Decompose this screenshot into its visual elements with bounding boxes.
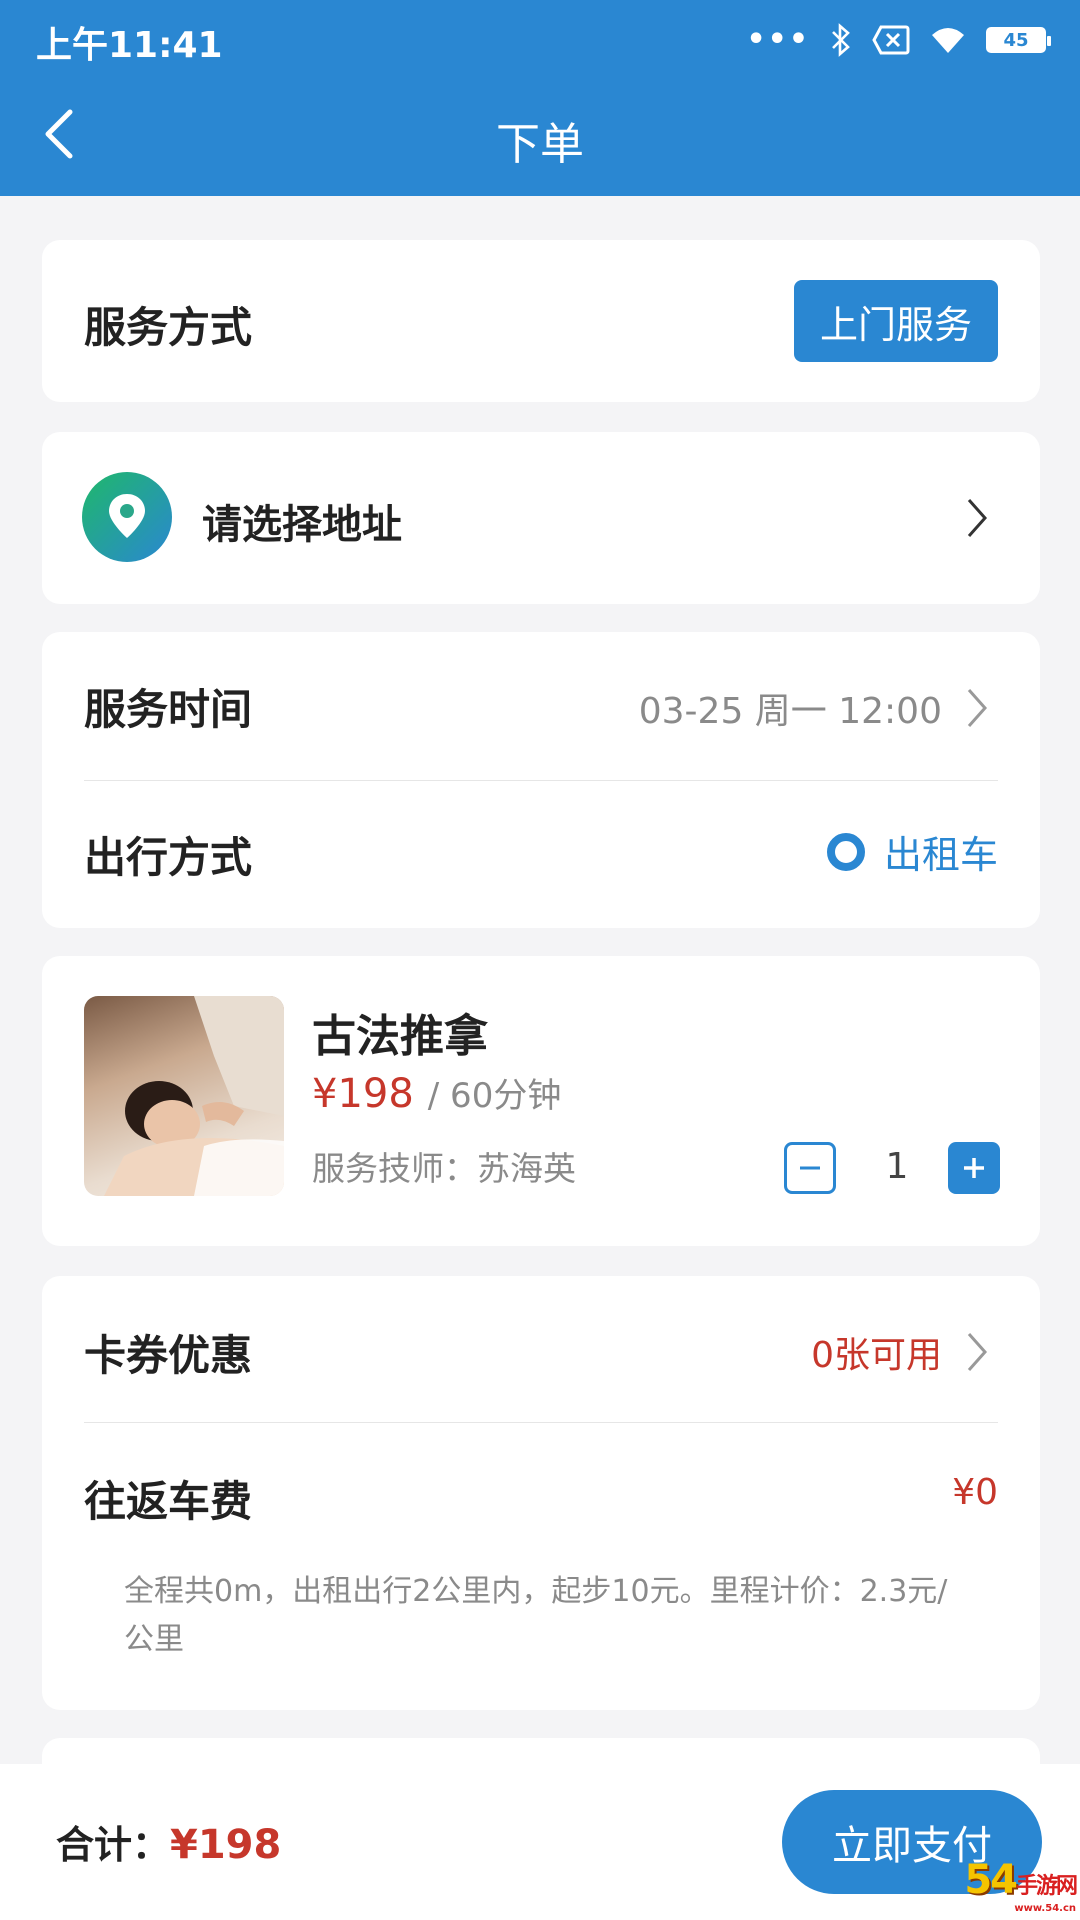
watermark-main: 54: [964, 1857, 1018, 1903]
schedule-card: 服务时间 03-25 周一 12:00 出行方式 出租车: [42, 632, 1040, 928]
product-name: 古法推拿: [312, 1011, 488, 1062]
fare-label: 往返车费: [84, 1477, 253, 1526]
total-line: 合计： ¥198: [56, 1814, 281, 1869]
wifi-icon: [932, 28, 964, 53]
coupon-row[interactable]: 卡券优惠 0张可用: [42, 1276, 1040, 1422]
chevron-right-icon: [967, 499, 988, 537]
service-time-label: 服务时间: [84, 685, 253, 734]
status-icons: ••• 45: [746, 20, 1051, 60]
coupon-label: 卡券优惠: [84, 1331, 253, 1380]
chevron-right-icon: [967, 1333, 988, 1371]
battery-icon: 45: [986, 27, 1051, 53]
checkout-bar: 合计： ¥198 立即支付: [0, 1764, 1080, 1920]
quantity-value: 1: [885, 1146, 909, 1187]
massage-photo: [104, 996, 284, 1196]
bluetooth-icon: [832, 23, 850, 57]
plus-icon: [964, 1158, 984, 1178]
page-title: 下单: [496, 119, 584, 170]
address-placeholder: 请选择地址: [202, 502, 402, 548]
product-image: [84, 996, 284, 1196]
fare-value: ¥0: [952, 1472, 998, 1513]
no-sim-icon: [872, 25, 910, 55]
door-service-button[interactable]: 上门服务: [794, 280, 998, 362]
taxi-radio-label: 出租车: [883, 833, 998, 877]
fare-note: 全程共0m，出租出行2公里内，起步10元。里程计价：2.3元/公里: [124, 1574, 948, 1657]
service-mode-card: 服务方式 上门服务: [42, 240, 1040, 402]
taxi-radio[interactable]: 出租车: [826, 824, 998, 879]
more-dots-icon: •••: [746, 22, 810, 57]
increase-quantity-button[interactable]: [948, 1142, 1000, 1194]
total-value: ¥198: [170, 1822, 282, 1868]
address-card[interactable]: 请选择地址: [42, 432, 1040, 604]
product-card: 古法推拿 ¥198 / 60分钟 服务技师：苏海英 1: [42, 956, 1040, 1246]
service-time-value: 03-25 周一 12:00: [638, 691, 942, 732]
status-bar: 上午11:41 ••• 45: [0, 0, 1080, 80]
location-pin-icon: [82, 472, 172, 562]
price-line: ¥198 / 60分钟: [312, 1068, 561, 1117]
app-header: 上午11:41 ••• 45 下单: [0, 0, 1080, 196]
product-price: ¥198: [312, 1071, 414, 1117]
watermark-domain: www.54.cn: [1014, 1903, 1076, 1914]
service-time-row[interactable]: 服务时间 03-25 周一 12:00: [42, 632, 1040, 780]
coupon-value: 0张可用: [811, 1335, 942, 1376]
divider: [84, 1422, 998, 1423]
travel-mode-label: 出行方式: [84, 833, 253, 882]
radio-selected-icon: [826, 832, 865, 871]
status-time: 上午11:41: [36, 25, 223, 66]
watermark-sub: 手游网: [1015, 1874, 1078, 1899]
chevron-right-icon: [967, 689, 988, 727]
total-label: 合计：: [56, 1823, 171, 1867]
minus-icon: [800, 1166, 820, 1170]
service-mode-label: 服务方式: [84, 303, 253, 352]
decrease-quantity-button[interactable]: [784, 1142, 836, 1194]
site-watermark: 54手游网 www.54.cn: [964, 1857, 1078, 1914]
fees-card: 卡券优惠 0张可用 往返车费 ¥0 全程共0m，出租出行2公里内，起步10元。里…: [42, 1276, 1040, 1710]
travel-mode-row: 出行方式 出租车: [42, 780, 1040, 928]
technician-name: 服务技师：苏海英: [312, 1149, 576, 1188]
product-duration: / 60分钟: [427, 1076, 562, 1116]
